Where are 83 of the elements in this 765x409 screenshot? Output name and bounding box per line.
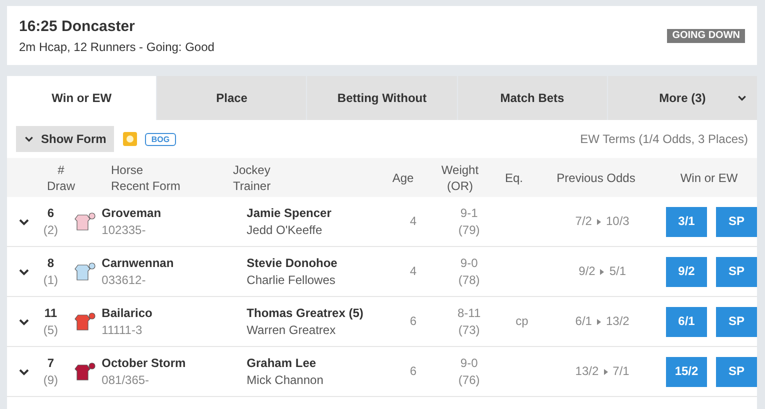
age-text: 6: [410, 313, 417, 330]
triangle-right-icon: [604, 368, 608, 374]
trainer-name: Mick Channon: [246, 372, 324, 388]
odds-button[interactable]: 3/1: [666, 206, 708, 236]
weight-text: 9-0: [460, 254, 478, 272]
recent-form: 081/365-: [102, 372, 150, 388]
rating-text: (78): [458, 272, 480, 288]
weight-text: 9-0: [460, 354, 478, 372]
horse-name: Carnwennan: [102, 254, 175, 272]
market-tab[interactable]: Place: [157, 76, 306, 120]
draw-number: (9): [43, 372, 58, 388]
equipment-text: cp: [516, 313, 528, 330]
draw-number: (2): [43, 222, 58, 238]
triangle-right-icon: [596, 218, 601, 224]
market-tab[interactable]: Match Bets: [458, 76, 607, 120]
race-subtitle: 2m Hcap, 12 Runners - Going: Good: [19, 39, 214, 55]
runner-number: 11: [44, 304, 58, 322]
previous-odds: 9/2: [578, 263, 596, 280]
column-header: Trainer: [233, 178, 272, 194]
column-header: Jockey: [233, 162, 272, 178]
ew-terms-text: EW Terms (1/4 Odds, 3 Places): [580, 131, 748, 148]
rating-text: (79): [458, 222, 480, 238]
sp-button[interactable]: SP: [716, 306, 758, 336]
trainer-name: Charlie Fellowes: [246, 272, 336, 288]
trainer-name: Warren Greatrex: [246, 322, 337, 338]
current-odds: 7/1: [612, 363, 630, 380]
jockey-name: Stevie Donohoe: [246, 254, 338, 272]
column-header: Win or EW: [680, 170, 738, 186]
chevron-down-icon: [737, 93, 748, 103]
market-tab[interactable]: Betting Without: [307, 76, 457, 120]
current-odds: 10/3: [606, 213, 630, 230]
column-header: Eq.: [504, 170, 523, 186]
column-header: Age: [392, 170, 414, 186]
market-tab[interactable]: More (3): [608, 76, 758, 120]
recent-form: 033612-: [102, 272, 147, 288]
horse-name: October Storm: [102, 354, 187, 372]
column-header: Previous Odds: [556, 170, 636, 186]
odds-button[interactable]: 6/1: [666, 306, 708, 336]
show-form-button[interactable]: Show Form: [16, 126, 114, 152]
triangle-right-icon: [596, 318, 601, 324]
rating-text: (76): [458, 372, 480, 388]
previous-odds: 6/1: [575, 313, 592, 330]
bog-badge: BOG: [145, 132, 176, 146]
market-tab[interactable]: Win or EW: [7, 76, 156, 120]
runner-number: 6: [47, 204, 54, 222]
sp-button[interactable]: SP: [716, 256, 758, 286]
status-label: GOING DOWN: [667, 29, 745, 43]
column-header: Draw: [46, 178, 75, 194]
previous-odds: 7/2: [575, 213, 592, 230]
horse-name: Groveman: [102, 204, 162, 222]
age-text: 4: [410, 213, 417, 230]
jockey-name: Graham Lee: [246, 354, 318, 372]
weight-text: 9-1: [460, 204, 478, 222]
age-text: 6: [410, 363, 417, 380]
current-odds: 13/2: [606, 313, 630, 330]
column-header: #: [58, 162, 64, 178]
odds-button[interactable]: 9/2: [666, 256, 708, 286]
rating-text: (73): [458, 322, 480, 338]
recent-form: 102335-: [102, 222, 147, 238]
triangle-right-icon: [600, 268, 604, 274]
column-header: Horse: [111, 162, 144, 178]
draw-number: (1): [43, 272, 58, 288]
previous-odds: 13/2: [575, 363, 599, 380]
sp-button[interactable]: SP: [716, 356, 758, 386]
runner-number: 8: [47, 254, 54, 272]
runner-number: 7: [47, 354, 54, 372]
odds-button[interactable]: 15/2: [666, 356, 708, 386]
current-odds: 5/1: [609, 263, 626, 280]
age-text: 4: [410, 263, 417, 280]
column-header: Recent Form: [111, 178, 182, 194]
jockey-name: Jamie Spencer: [246, 204, 332, 222]
chevron-down-icon: [24, 134, 34, 144]
horse-name: Bailarico: [102, 304, 154, 322]
boost-icon: [123, 132, 138, 146]
column-header: Weight: [441, 162, 479, 178]
trainer-name: Jedd O'Keeffe: [246, 222, 324, 238]
race-title: 16:25 Doncaster: [19, 18, 136, 36]
recent-form: 11111-3: [102, 322, 144, 338]
draw-number: (5): [43, 322, 58, 338]
weight-text: 8-11: [458, 304, 481, 322]
column-header: (OR): [447, 178, 473, 194]
sp-button[interactable]: SP: [716, 206, 758, 236]
jockey-name: Thomas Greatrex (5): [246, 304, 364, 322]
